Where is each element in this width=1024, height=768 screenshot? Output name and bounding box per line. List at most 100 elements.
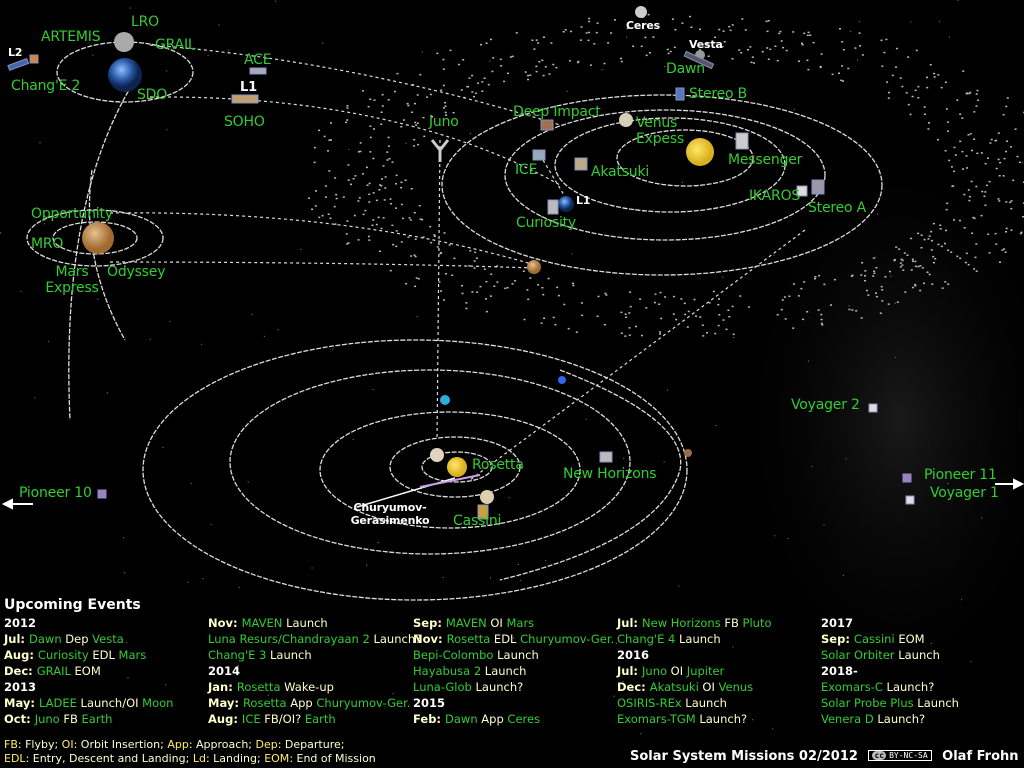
asteroid-dot <box>438 281 441 283</box>
star-dot <box>372 388 374 391</box>
asteroid-dot <box>998 200 1001 202</box>
asteroid-dot <box>324 196 327 198</box>
event-item: Luna Resurs/Chandrayaan 2 Launch? <box>208 631 421 647</box>
asteroid-dot <box>859 45 861 47</box>
asteroid-dot <box>323 135 326 138</box>
legend-line: FB: Flyby; OI: Orbit Insertion; App: App… <box>4 738 376 752</box>
event-subject: ICE <box>241 712 261 726</box>
event-subject: OSIRIS-REx <box>617 696 682 710</box>
asteroid-dot <box>362 213 365 216</box>
event-subject: MAVEN <box>445 616 487 630</box>
event-year: 2018- <box>821 664 858 678</box>
star-dot <box>793 108 795 111</box>
asteroid-dot <box>490 38 492 41</box>
event-subject: Moon <box>138 696 174 710</box>
asteroid-dot <box>589 64 592 66</box>
asteroid-dot <box>841 41 844 43</box>
asteroid-dot <box>564 29 567 31</box>
asteroid-dot <box>947 249 950 251</box>
asteroid-dot <box>346 105 349 107</box>
star-dot <box>190 482 192 484</box>
asteroid-dot <box>334 223 337 225</box>
asteroid-dot <box>426 96 429 98</box>
asteroid-dot <box>628 334 631 336</box>
asteroid-dot <box>384 187 387 189</box>
asteroid-dot <box>414 102 416 105</box>
star-dot <box>469 132 471 135</box>
asteroid-dot <box>500 65 503 67</box>
label-new-horizons: New Horizons <box>563 466 657 482</box>
star-dot <box>300 248 302 250</box>
asteroid-dot <box>509 56 512 58</box>
asteroid-dot <box>572 282 574 285</box>
asteroid-dot <box>947 283 950 285</box>
asteroid-dot <box>383 199 386 201</box>
asteroid-dot <box>932 222 935 225</box>
asteroid-dot <box>803 32 806 35</box>
asteroid-dot <box>610 32 613 34</box>
asteroid-dot <box>722 30 725 32</box>
asteroid-dot <box>903 252 906 254</box>
event-year: 2013 <box>4 680 37 694</box>
asteroid-dot <box>926 86 929 89</box>
asteroid-dot <box>981 190 984 193</box>
event-subject: Exomars-TGM <box>617 712 696 726</box>
asteroid-dot <box>369 98 372 100</box>
asteroid-dot <box>334 177 337 179</box>
license-text: BY-NC-SA <box>889 751 928 760</box>
asteroid-dot <box>930 239 933 242</box>
asteroid-dot <box>624 335 627 337</box>
event-item: Venera D Launch? <box>821 711 959 727</box>
asteroid-dot <box>1010 229 1013 231</box>
label-grail: GRAIL <box>155 37 196 53</box>
star-dot <box>519 579 522 582</box>
asteroid-dot <box>806 59 809 62</box>
asteroid-dot <box>888 270 891 273</box>
asteroid-dot <box>415 124 418 126</box>
uranus <box>440 395 450 405</box>
asteroid-dot <box>422 116 425 119</box>
asteroid-dot <box>997 158 1000 161</box>
asteroid-dot <box>953 170 956 173</box>
label-ace: ACE <box>244 52 272 68</box>
asteroid-dot <box>635 325 637 328</box>
asteroid-dot <box>423 135 426 138</box>
asteroid-dot <box>977 99 980 101</box>
asteroid-dot <box>395 230 398 232</box>
asteroid-dot <box>653 301 656 304</box>
asteroid-dot <box>563 303 566 306</box>
asteroid-dot <box>1003 157 1006 160</box>
event-action: Launch <box>913 696 959 710</box>
asteroid-dot <box>855 310 858 312</box>
venus <box>619 113 633 127</box>
asteroid-dot <box>997 132 1000 134</box>
asteroid-dot <box>527 298 530 301</box>
asteroid-dot <box>380 185 383 187</box>
asteroid-dot <box>408 217 411 219</box>
star-dot <box>842 574 845 577</box>
asteroid-dot <box>460 89 463 91</box>
star-dot <box>166 70 168 72</box>
asteroid-dot <box>780 308 783 311</box>
asteroid-dot <box>971 149 973 152</box>
asteroid-dot <box>914 260 917 263</box>
star-dot <box>626 36 628 38</box>
upcoming-events: Upcoming Events 2012 Jul: Dawn Dep Vesta A… <box>0 597 1024 727</box>
event-subject: Earth <box>77 712 113 726</box>
asteroid-dot <box>941 287 944 289</box>
asteroid-dot <box>911 95 914 98</box>
asteroid-dot <box>896 301 899 303</box>
asteroid-dot <box>910 269 913 271</box>
event-subject: Venera D <box>821 712 874 726</box>
asteroid-dot <box>368 239 371 241</box>
asteroid-dot <box>444 101 446 104</box>
asteroid-dot <box>416 94 419 96</box>
events-title: Upcoming Events <box>4 597 141 613</box>
event-action: Launch? <box>471 680 524 694</box>
event-subject: MAVEN <box>241 616 283 630</box>
asteroid-dot <box>946 202 949 205</box>
star-dot <box>210 523 212 525</box>
asteroid-dot <box>443 232 446 234</box>
asteroid-dot <box>858 32 861 34</box>
asteroid-dot <box>543 317 546 319</box>
